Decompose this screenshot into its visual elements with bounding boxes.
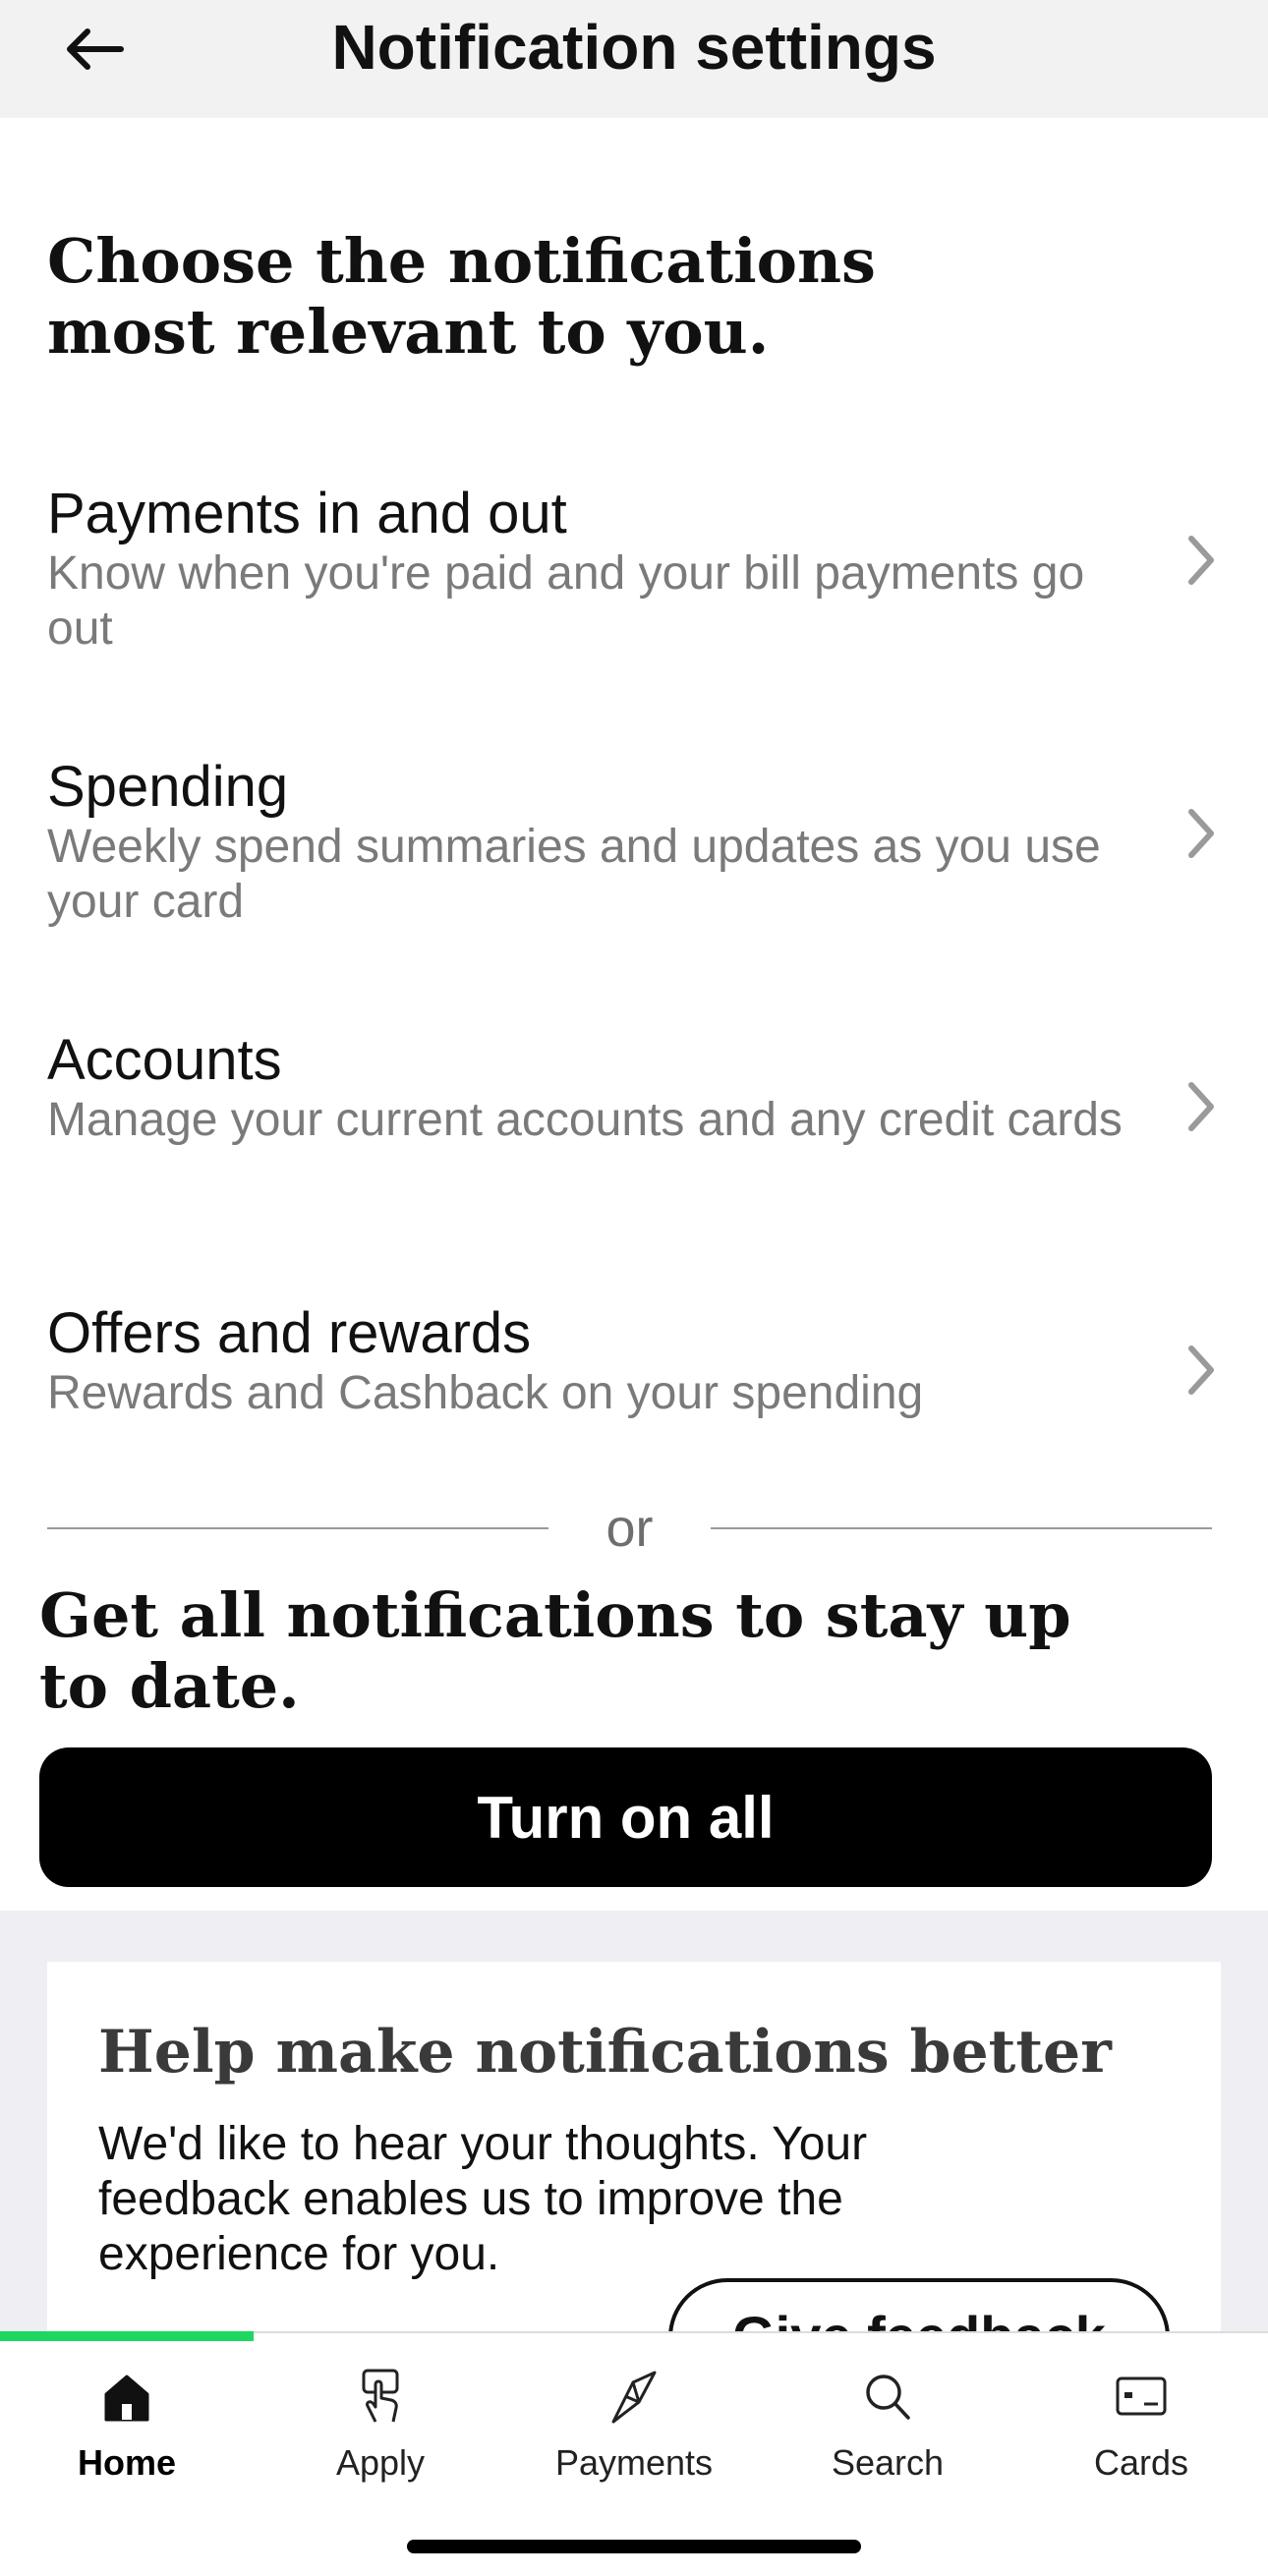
- turn-on-all-button[interactable]: Turn on all: [39, 1747, 1212, 1887]
- home-indicator: [407, 2540, 861, 2553]
- tab-apply[interactable]: Apply: [254, 2363, 507, 2490]
- tab-label: Cards: [1093, 2442, 1189, 2483]
- intro-heading: Choose the notifications most relevant t…: [47, 225, 876, 368]
- category-title: Payments in and out: [47, 482, 567, 545]
- category-title: Accounts: [47, 1028, 282, 1092]
- tab-label: Search: [831, 2442, 945, 2483]
- tab-search[interactable]: Search: [761, 2363, 1014, 2490]
- feedback-title: Help make notifications better: [98, 2018, 1112, 2087]
- home-icon: [104, 2375, 149, 2422]
- category-title: Spending: [47, 755, 289, 819]
- category-title: Offers and rewards: [47, 1301, 532, 1365]
- tab-cards[interactable]: Cards: [1014, 2363, 1268, 2490]
- divider-line-right: [711, 1527, 1212, 1529]
- tap-hand-icon: [362, 2369, 399, 2423]
- tab-payments[interactable]: Payments: [507, 2363, 761, 2490]
- category-row-accounts[interactable]: Accounts Manage your current accounts an…: [0, 1028, 1268, 1215]
- category-description: Know when you're paid and your bill paym…: [47, 547, 1085, 655]
- category-row-spending[interactable]: Spending Weekly spend summaries and upda…: [0, 755, 1268, 942]
- category-row-payments[interactable]: Payments in and out Know when you're pai…: [0, 482, 1268, 668]
- active-tab-indicator: [0, 2331, 254, 2341]
- top-bar: Notification settings: [0, 0, 1268, 118]
- tab-label: Payments: [554, 2442, 714, 2483]
- tab-home[interactable]: Home: [0, 2363, 254, 2490]
- category-description: Weekly spend summaries and updates as yo…: [47, 821, 1101, 928]
- tab-label: Home: [77, 2442, 177, 2483]
- category-description: Manage your current accounts and any cre…: [47, 1094, 1123, 1146]
- chevron-right-icon: [1188, 1345, 1214, 1395]
- chevron-right-icon: [1188, 1082, 1214, 1131]
- category-description: Rewards and Cashback on your spending: [47, 1367, 924, 1419]
- chevron-right-icon: [1188, 809, 1214, 858]
- tab-label: Apply: [335, 2442, 426, 2483]
- feedback-body: We'd like to hear your thoughts. Your fe…: [98, 2118, 868, 2280]
- all-notifications-heading: Get all notifications to stay up to date…: [39, 1579, 1071, 1722]
- category-row-offers[interactable]: Offers and rewards Rewards and Cashback …: [0, 1301, 1268, 1439]
- page-title: Notification settings: [331, 12, 937, 83]
- card-icon: [1116, 2376, 1167, 2416]
- search-icon: [866, 2375, 910, 2420]
- or-divider: or: [47, 1494, 1212, 1563]
- send-arrows-icon: [611, 2371, 657, 2424]
- chevron-right-icon: [1188, 536, 1214, 585]
- feedback-card: Help make notifications better We'd like…: [47, 1962, 1221, 2355]
